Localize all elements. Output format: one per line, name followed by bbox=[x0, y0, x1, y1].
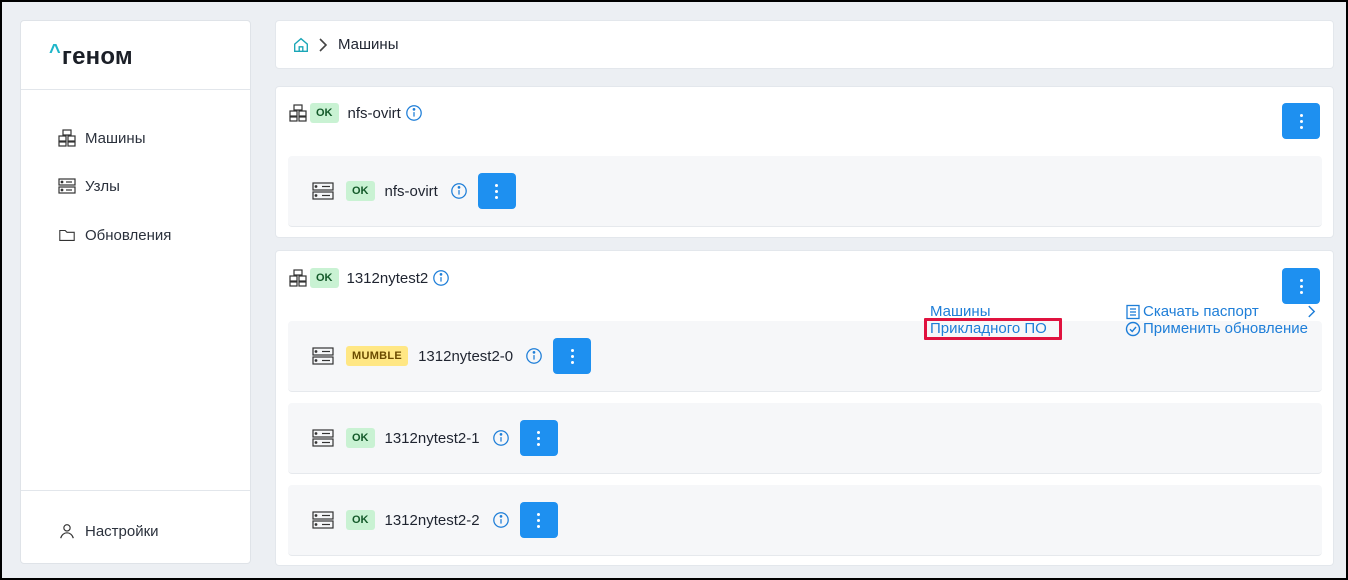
group-menu-button[interactable] bbox=[1282, 268, 1320, 304]
home-icon[interactable] bbox=[292, 36, 310, 54]
node-menu-button[interactable] bbox=[519, 502, 558, 538]
status-badge: OK bbox=[346, 181, 375, 201]
info-icon[interactable] bbox=[450, 182, 468, 200]
node-name[interactable]: 1312nytest2-2 bbox=[385, 512, 480, 529]
machine-group-card: OK nfs-ovirt OK nfs-ovirt bbox=[275, 86, 1334, 238]
info-icon[interactable] bbox=[432, 269, 450, 287]
sidebar-item-nodes[interactable]: Узлы bbox=[57, 174, 120, 198]
sidebar-item-settings[interactable]: Настройки bbox=[57, 519, 159, 543]
sidebar-item-label: Обновления bbox=[85, 226, 172, 244]
download-passport-link[interactable]: Скачать паспорт bbox=[1125, 303, 1259, 320]
highlight-box bbox=[924, 318, 1062, 340]
machine-group-header: OK 1312nytest2 bbox=[288, 268, 450, 288]
machines-icon bbox=[288, 103, 308, 123]
breadcrumb: Машины bbox=[275, 20, 1334, 69]
status-badge: OK bbox=[346, 428, 375, 448]
app-frame: ^геном Машины Узлы Обновления Настройки … bbox=[0, 0, 1348, 580]
machines-icon bbox=[57, 128, 77, 148]
document-icon bbox=[1125, 304, 1141, 320]
node-row: OK 1312nytest2-1 bbox=[288, 403, 1322, 474]
node-menu-button[interactable] bbox=[553, 338, 592, 374]
sidebar-divider bbox=[21, 490, 250, 491]
chevron-right-icon[interactable] bbox=[1307, 305, 1316, 318]
sidebar-item-updates[interactable]: Обновления bbox=[57, 223, 171, 247]
status-badge: OK bbox=[310, 103, 339, 123]
logo-text: геном bbox=[61, 43, 133, 70]
node-name[interactable]: 1312nytest2-1 bbox=[385, 430, 480, 447]
server-icon bbox=[57, 176, 77, 196]
server-icon bbox=[312, 510, 334, 530]
machine-group-header: OK nfs-ovirt bbox=[288, 103, 423, 123]
folder-icon bbox=[57, 225, 77, 245]
info-icon[interactable] bbox=[405, 104, 423, 122]
node-name[interactable]: nfs-ovirt bbox=[385, 183, 438, 200]
sidebar-item-label: Узлы bbox=[85, 177, 120, 195]
status-badge: OK bbox=[346, 510, 375, 530]
node-menu-button[interactable] bbox=[519, 420, 558, 456]
node-row: OK 1312nytest2-2 bbox=[288, 485, 1322, 556]
info-icon[interactable] bbox=[492, 511, 510, 529]
machine-group-name[interactable]: nfs-ovirt bbox=[348, 105, 401, 122]
logo-caret: ^ bbox=[49, 41, 61, 63]
info-icon[interactable] bbox=[525, 347, 543, 365]
logo[interactable]: ^геном bbox=[49, 41, 133, 70]
server-icon bbox=[312, 428, 334, 448]
sidebar-divider bbox=[21, 89, 250, 90]
server-icon bbox=[312, 181, 334, 201]
machine-group-name[interactable]: 1312nytest2 bbox=[347, 270, 429, 287]
check-circle-icon bbox=[1125, 321, 1141, 337]
sidebar-item-label: Настройки bbox=[85, 522, 159, 540]
info-icon[interactable] bbox=[492, 429, 510, 447]
chevron-right-icon bbox=[318, 37, 328, 52]
apply-update-link[interactable]: Применить обновление bbox=[1125, 320, 1308, 337]
machine-group-card: OK 1312nytest2 MUMBLE 1312nytest2-0 OK 1… bbox=[275, 250, 1334, 566]
server-icon bbox=[312, 346, 334, 366]
sidebar-item-machines[interactable]: Машины bbox=[57, 126, 145, 150]
node-menu-button[interactable] bbox=[477, 173, 516, 209]
apply-update-label: Применить обновление bbox=[1143, 320, 1308, 337]
breadcrumb-current: Машины bbox=[338, 36, 399, 53]
sidebar: ^геном Машины Узлы Обновления Настройки bbox=[20, 20, 251, 564]
user-icon bbox=[57, 521, 77, 541]
node-name[interactable]: 1312nytest2-0 bbox=[418, 348, 513, 365]
sidebar-item-label: Машины bbox=[85, 129, 146, 147]
machines-icon bbox=[288, 268, 308, 288]
download-passport-label: Скачать паспорт bbox=[1143, 303, 1259, 320]
group-menu-button[interactable] bbox=[1282, 103, 1320, 139]
status-badge: MUMBLE bbox=[346, 346, 409, 366]
status-badge: OK bbox=[310, 268, 339, 288]
node-row: OK nfs-ovirt bbox=[288, 156, 1322, 227]
